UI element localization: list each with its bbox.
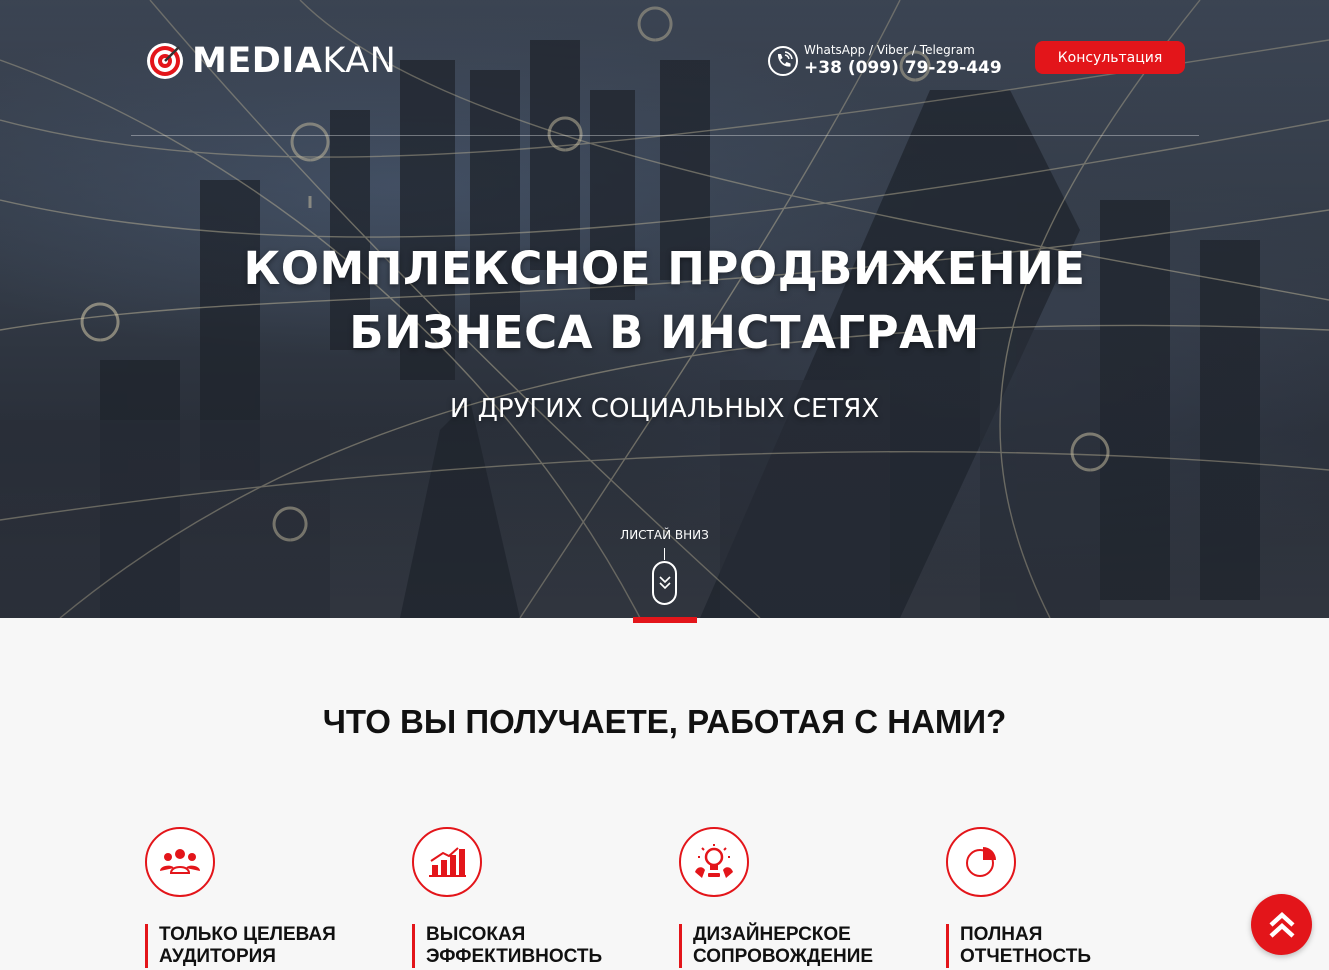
hero-subtitle: И ДРУГИХ СОЦИАЛЬНЫХ СЕТЯХ — [449, 394, 880, 424]
benefit-icon-circle — [412, 827, 482, 897]
benefit-icon-circle — [946, 827, 1016, 897]
pie-chart-icon — [966, 847, 996, 877]
benefit-label: ТОЛЬКО ЦЕЛЕВАЯ АУДИТОРИЯ — [145, 924, 375, 968]
phone-number[interactable]: +38 (099) 79-29-449 — [804, 57, 1002, 79]
scroll-down-label: ЛИСТАЙ ВНИЗ — [620, 528, 709, 542]
benefit-label: ПОЛНАЯ ОТЧЕТНОСТЬ — [946, 924, 1176, 968]
scroll-to-top-button[interactable] — [1251, 894, 1312, 955]
hero-section: MEDIAKAN WhatsApp / Viber / Telegram +38… — [0, 0, 1329, 618]
header-divider — [131, 135, 1199, 136]
section-accent-bar — [633, 617, 697, 623]
benefit-label: ВЫСОКАЯ ЭФФЕКТИВНОСТЬ — [412, 924, 642, 968]
hero-title: КОМПЛЕКСНОЕ ПРОДВИЖЕНИЕ БИЗНЕСА В ИНСТАГ… — [0, 237, 1329, 365]
benefits-title: ЧТО ВЫ ПОЛУЧАЕТЕ, РАБОТАЯ С НАМИ? — [322, 703, 1007, 740]
target-logo-icon — [147, 43, 183, 79]
benefit-item: ВЫСОКАЯ ЭФФЕКТИВНОСТЬ — [412, 827, 642, 968]
consultation-button[interactable]: Консультация — [1035, 41, 1185, 74]
benefit-item: ТОЛЬКО ЦЕЛЕВАЯ АУДИТОРИЯ — [145, 827, 375, 968]
benefit-item: ДИЗАЙНЕРСКОЕ СОПРОВОЖДЕНИЕ — [679, 827, 909, 968]
bar-chart-icon — [429, 847, 466, 877]
benefit-icon-circle — [679, 827, 749, 897]
double-chevron-down-icon — [658, 576, 671, 590]
benefit-label: ДИЗАЙНЕРСКОЕ СОПРОВОЖДЕНИЕ — [679, 924, 909, 968]
phone-icon — [768, 46, 798, 76]
lightbulb-icon — [695, 844, 733, 878]
benefit-item: ПОЛНАЯ ОТЧЕТНОСТЬ — [946, 827, 1176, 968]
double-chevron-up-icon — [1268, 911, 1295, 938]
scroll-stem — [664, 548, 665, 560]
contact-phone[interactable]: WhatsApp / Viber / Telegram +38 (099) 79… — [767, 43, 1002, 79]
scroll-down-button[interactable] — [652, 561, 677, 605]
hero-title-line1: КОМПЛЕКСНОЕ ПРОДВИЖЕНИЕ — [243, 242, 1086, 295]
logo[interactable]: MEDIAKAN — [145, 40, 396, 82]
audience-icon — [160, 849, 200, 874]
contact-channels: WhatsApp / Viber / Telegram — [804, 43, 975, 57]
hero-title-line2: БИЗНЕСА В ИНСТАГРАМ — [349, 306, 980, 359]
logo-text: MEDIAKAN — [192, 41, 397, 81]
benefit-icon-circle — [145, 827, 215, 897]
